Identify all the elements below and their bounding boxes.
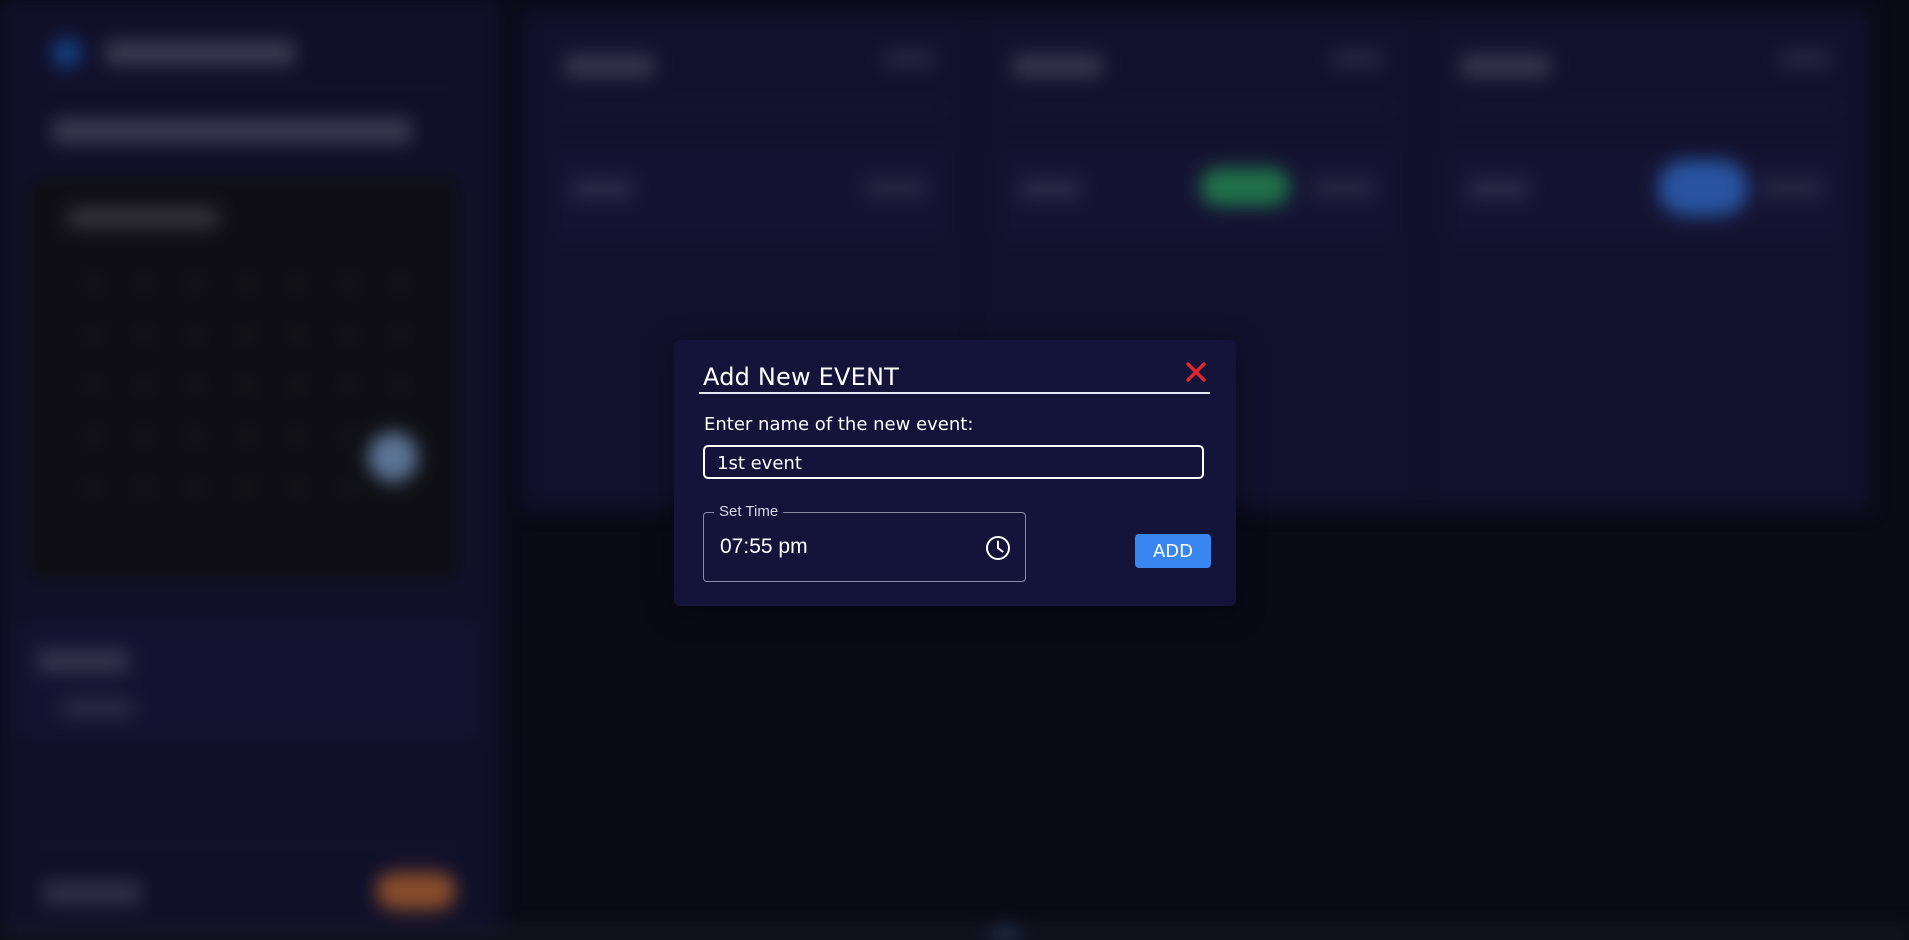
time-value[interactable]: 07:55 pm — [720, 535, 808, 559]
close-button[interactable] — [1182, 358, 1210, 386]
open-time-picker-button[interactable] — [983, 533, 1013, 563]
event-name-input[interactable] — [703, 445, 1204, 479]
set-time-legend: Set Time — [714, 503, 784, 520]
app-screen: Add New EVENT Enter name of the new even… — [0, 0, 1909, 940]
clock-icon — [986, 536, 1010, 560]
dialog-header: Add New EVENT — [699, 350, 1210, 394]
set-time-field[interactable]: Set Time 07:55 pm — [703, 503, 1026, 582]
close-icon — [1186, 362, 1206, 382]
dialog-title: Add New EVENT — [703, 363, 900, 391]
add-event-dialog: Add New EVENT Enter name of the new even… — [674, 340, 1236, 606]
add-event-button[interactable]: ADD — [1135, 534, 1211, 568]
event-name-label: Enter name of the new event: — [704, 414, 974, 435]
